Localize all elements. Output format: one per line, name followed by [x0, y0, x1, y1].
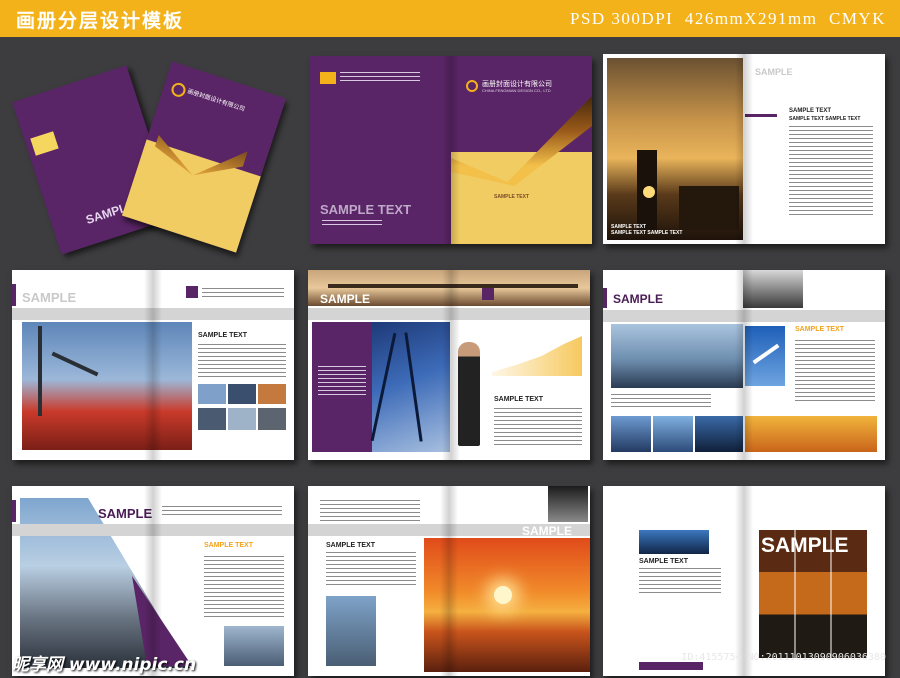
ship-photo [22, 322, 192, 450]
steel-structure-photo [370, 322, 450, 452]
cover-spread: 画册封面设计有限公司 CHINA FENGMIAN DESIGN CO., LT… [310, 56, 592, 244]
spread3-heading: SAMPLE TEXT [494, 396, 544, 403]
spread3-title: SAMPLE [320, 292, 371, 306]
business-woman-figure [458, 342, 480, 446]
spread7-title: SAMPLE [761, 534, 849, 557]
spread1-sub: SAMPLE TEXT SAMPLE TEXT [789, 116, 861, 122]
city-sunset-photo [607, 58, 743, 240]
spread6-title: SAMPLE [522, 524, 573, 538]
spread-ocean-sunset: SAMPLE SAMPLE TEXT [308, 486, 590, 676]
architecture-photo [548, 486, 588, 522]
header-spec: PSD 300DPI 426mmX291mm CMYK [569, 9, 886, 28]
spread2-title: SAMPLE [22, 290, 77, 305]
power-tower-photo [745, 416, 877, 452]
spread7-heading: SAMPLE TEXT [639, 558, 689, 565]
cover-company-en: CHINA FENGMIAN DESIGN CO., LTD [482, 88, 551, 93]
header-bar: 画册分层设计模板 PSD 300DPI 426mmX291mm CMYK [0, 0, 900, 37]
tilted-covers: SAMPLE 画册封面设计有限公司 [12, 58, 294, 258]
spread2-heading: SAMPLE TEXT [198, 332, 248, 339]
logo-icon [466, 80, 478, 92]
city-skyline-photo [611, 324, 743, 388]
spread-city-airplane: SAMPLE SAMPLE TEXT [603, 270, 885, 460]
spread1-caption2: SAMPLE TEXT SAMPLE TEXT [611, 230, 683, 236]
spread5-heading: SAMPLE TEXT [204, 542, 254, 549]
spread6-heading: SAMPLE TEXT [326, 542, 376, 549]
spread1-heading: SAMPLE TEXT [789, 108, 832, 114]
spread-bridge-business: SAMPLE SAMPLE TEXT [308, 270, 590, 460]
spread-sample-collage: SAMPLE TEXT SAMPLE [603, 486, 885, 676]
street-sign-photo [326, 596, 376, 666]
header-title: 画册分层设计模板 [16, 10, 185, 32]
logo-icon [169, 81, 188, 99]
spread-shipyard: SAMPLE SAMPLE TEXT [12, 270, 294, 460]
spread-city-sunset: SAMPLE TEXT SAMPLE TEXT SAMPLE TEXT SAMP… [603, 54, 885, 244]
cover-small-text: SAMPLE TEXT [494, 194, 530, 200]
front-cover-company: 画册封面设计有限公司 [186, 88, 246, 114]
spread1-title: SAMPLE [755, 67, 793, 77]
growth-chart-graphic [492, 336, 582, 376]
site-watermark: 昵享网 www.nipic.cn [12, 655, 197, 675]
image-id-watermark: ID:4155754 NO:20111013090906036380 [681, 652, 886, 663]
harbor-photo [639, 530, 709, 554]
spread4-heading: SAMPLE TEXT [795, 326, 845, 333]
spread-train-station: SAMPLE SAMPLE TEXT [12, 486, 294, 676]
cover-big-text: SAMPLE TEXT [320, 202, 412, 217]
spread4-title: SAMPLE [613, 292, 664, 306]
